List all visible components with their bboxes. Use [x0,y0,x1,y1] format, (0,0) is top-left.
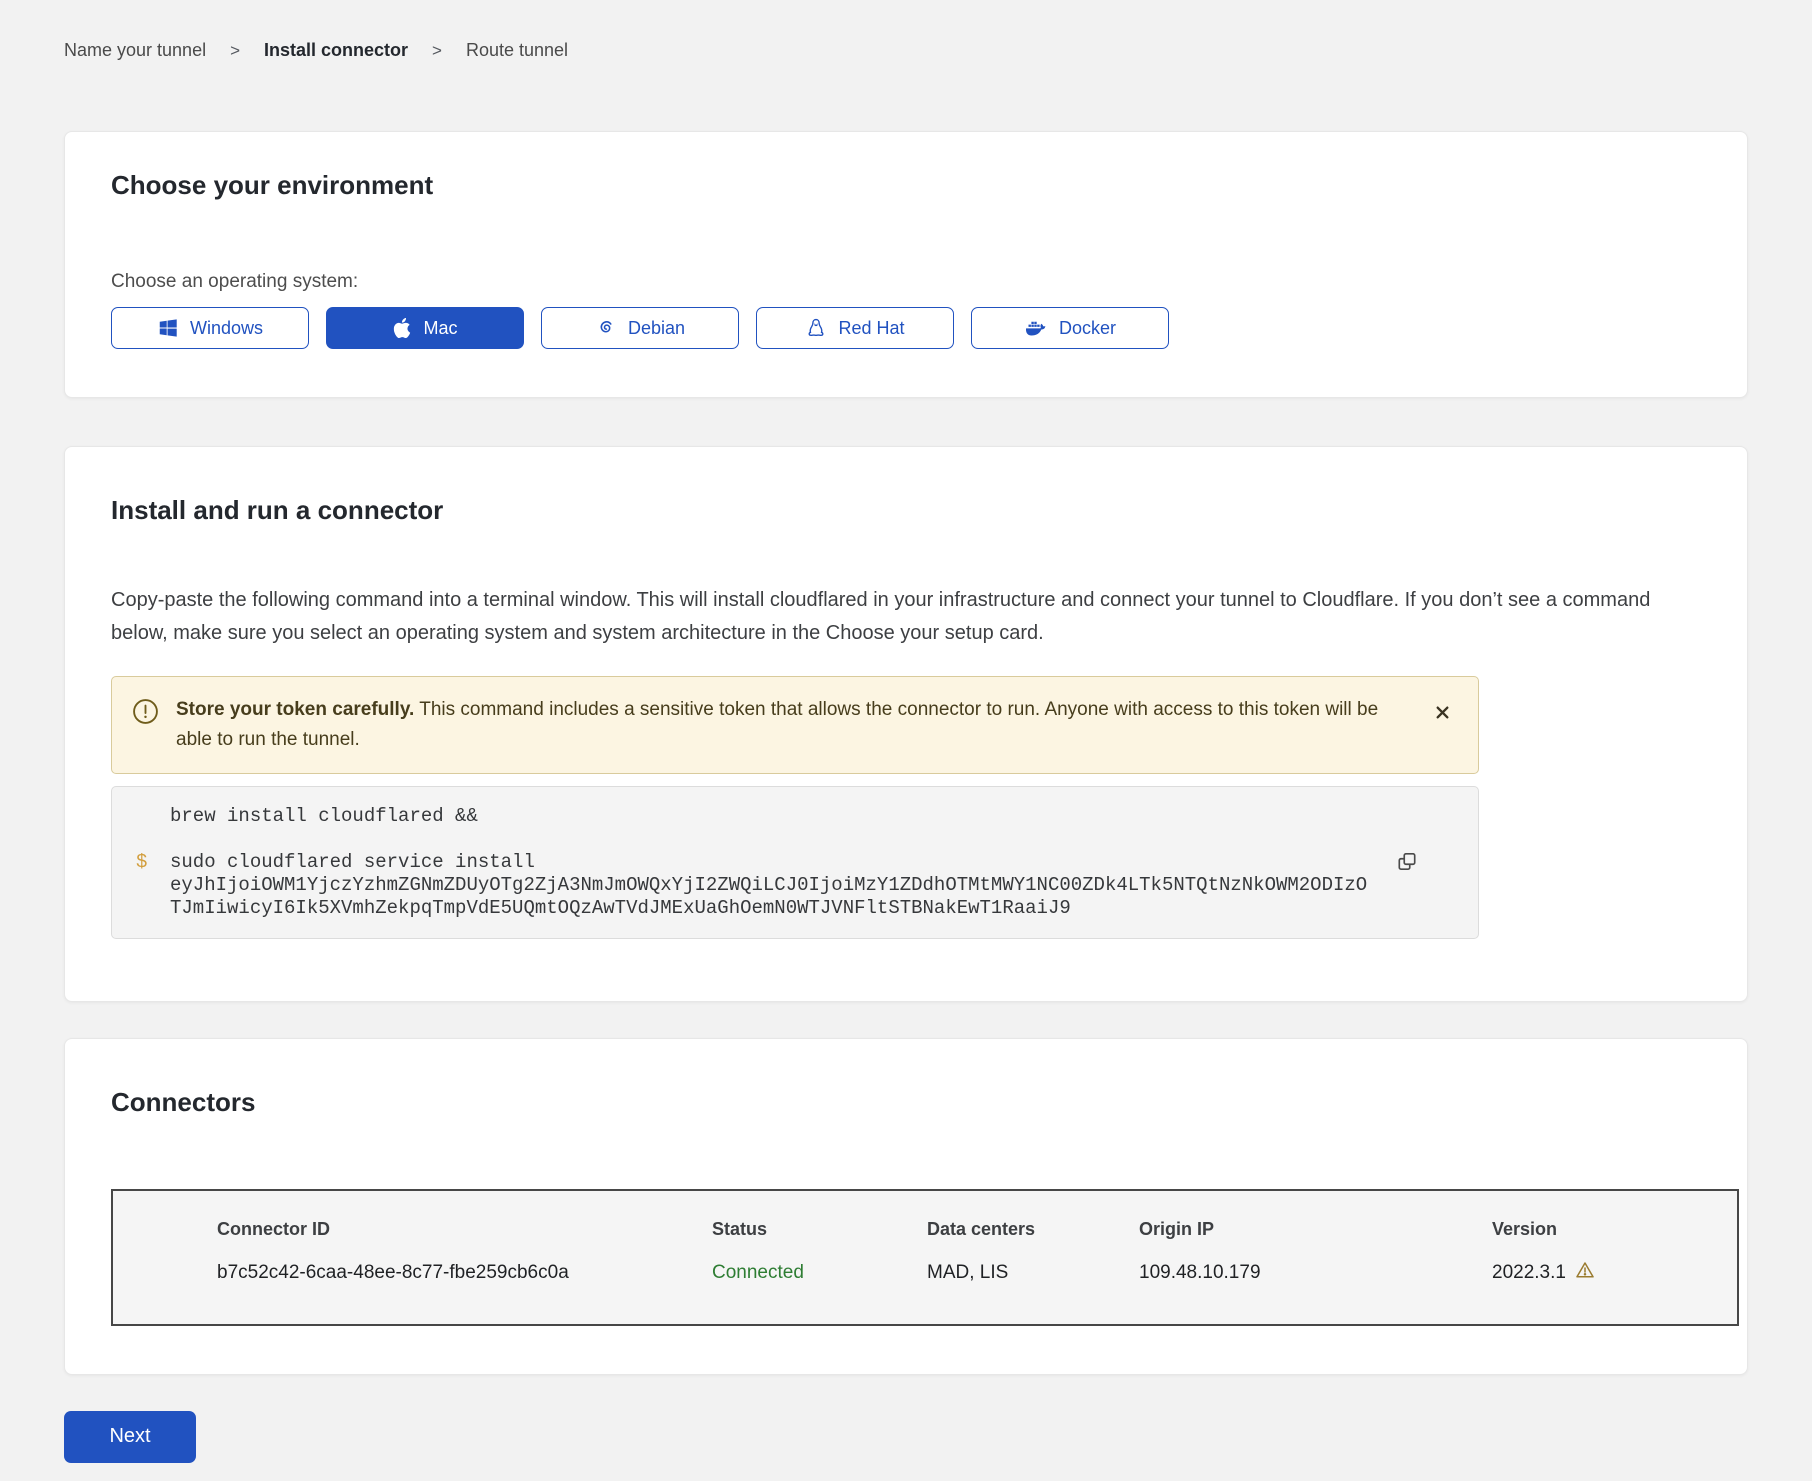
connectors-table: Connector ID Status Data centers Origin … [111,1189,1739,1326]
os-button-label: Mac [423,318,457,339]
token-warning-alert: Store your token carefully. This command… [111,676,1479,774]
os-button-label: Debian [628,318,685,339]
code-line: brew install cloudflared && [136,805,1368,828]
alert-text: Store your token carefully. This command… [176,695,1412,755]
version-value: 2022.3.1 [1492,1262,1566,1284]
column-header-status: Status [712,1219,927,1240]
install-command-codeblock: brew install cloudflared && $ sudo cloud… [111,786,1479,939]
data-centers-cell: MAD, LIS [927,1262,1139,1284]
code-prompt [136,805,170,828]
code-prompt: $ [136,851,170,920]
breadcrumb: Name your tunnel > Install connector > R… [64,40,1748,61]
install-connector-card: Install and run a connector Copy-paste t… [64,446,1748,1002]
os-button-redhat[interactable]: Red Hat [756,307,954,349]
os-button-group: Windows Mac Debian [111,307,1701,349]
os-button-windows[interactable]: Windows [111,307,309,349]
version-cell: 2022.3.1 [1492,1260,1737,1286]
os-button-docker[interactable]: Docker [971,307,1169,349]
code-line: $ sudo cloudflared service install eyJhI… [136,851,1368,920]
breadcrumb-separator: > [230,41,240,61]
code-token-text: eyJhIjoiOWM1YjczYzhmZGNmZDUyOTg2ZjA3NmJm… [170,874,1368,897]
copy-command-button[interactable] [1392,846,1422,879]
breadcrumb-step-name-tunnel[interactable]: Name your tunnel [64,40,206,61]
card-title: Connectors [111,1087,1701,1118]
status-badge: Connected [712,1262,927,1284]
debian-icon [595,317,617,339]
table-row: b7c52c42-6caa-48ee-8c77-fbe259cb6c0a Con… [217,1260,1737,1286]
origin-ip-cell: 109.48.10.179 [1139,1262,1492,1284]
page: Name your tunnel > Install connector > R… [0,0,1812,1481]
copy-icon [1396,860,1418,875]
apple-icon [392,318,412,338]
choose-environment-card: Choose your environment Choose an operat… [64,131,1748,398]
os-button-mac[interactable]: Mac [326,307,524,349]
warning-triangle-icon [1575,1260,1595,1286]
code-text: brew install cloudflared && [170,805,1368,828]
breadcrumb-step-route-tunnel[interactable]: Route tunnel [466,40,568,61]
column-header-data-centers: Data centers [927,1219,1139,1240]
breadcrumb-separator: > [432,41,442,61]
windows-icon [157,317,179,339]
breadcrumb-step-install-connector[interactable]: Install connector [264,40,408,61]
alert-title: Store your token carefully. [176,699,414,720]
close-icon [1435,708,1450,723]
code-token-text: TJmIiwicyI6Ik5XVmhZekpqTmpVdE5UQmtOQzAwT… [170,897,1368,920]
card-title: Install and run a connector [111,495,1701,526]
connector-id-cell: b7c52c42-6caa-48ee-8c77-fbe259cb6c0a [217,1262,712,1284]
os-select-label: Choose an operating system: [111,271,1701,293]
alert-exclamation-icon [132,698,159,730]
install-description: Copy-paste the following command into a … [111,584,1701,650]
table-header-row: Connector ID Status Data centers Origin … [217,1219,1737,1240]
tux-penguin-icon [805,317,827,339]
next-button[interactable]: Next [64,1411,196,1463]
card-title: Choose your environment [111,170,1701,201]
connectors-card: Connectors Connector ID Status Data cent… [64,1038,1748,1374]
os-button-label: Windows [190,318,263,339]
os-button-label: Docker [1059,318,1116,339]
os-button-label: Red Hat [838,318,904,339]
code-text: sudo cloudflared service install [170,851,1368,874]
column-header-connector-id: Connector ID [217,1219,712,1240]
os-button-debian[interactable]: Debian [541,307,739,349]
alert-close-button[interactable] [1429,699,1456,729]
column-header-version: Version [1492,1219,1737,1240]
column-header-origin-ip: Origin IP [1139,1219,1492,1240]
docker-whale-icon [1024,316,1048,340]
